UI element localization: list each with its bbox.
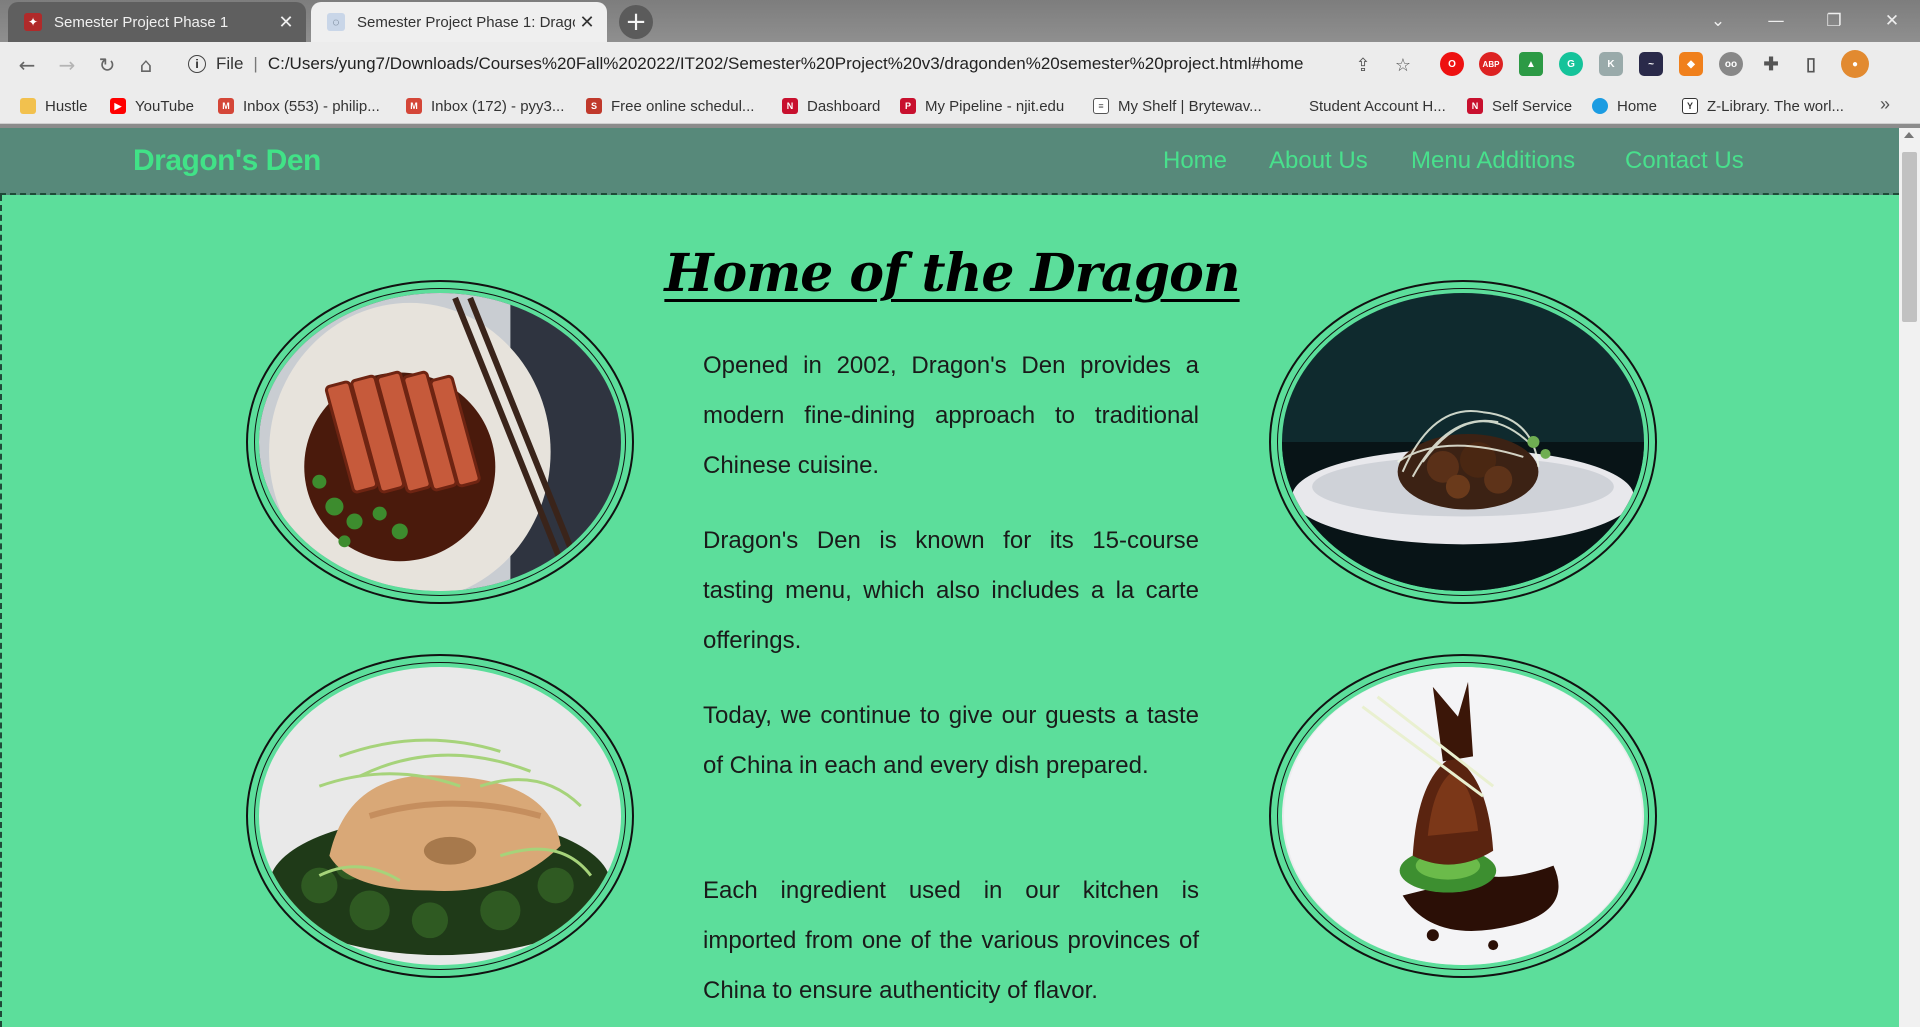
wave-extension-icon[interactable]: ~: [1639, 52, 1663, 76]
bookmark-item[interactable]: M Inbox (172) - pyy3...: [406, 95, 564, 117]
gmail-icon: M: [406, 98, 422, 114]
doc-icon: ≡: [1093, 98, 1109, 114]
njit-favicon-icon: ✦: [24, 13, 42, 31]
share-icon[interactable]: ⇪: [1348, 50, 1378, 80]
scroll-up-arrow-icon[interactable]: [1904, 132, 1914, 138]
profile-avatar[interactable]: ●: [1841, 50, 1869, 78]
bookmark-label: Inbox (553) - philip...: [243, 97, 380, 115]
bookmark-item[interactable]: S Free online schedul...: [586, 95, 754, 117]
bookmark-item[interactable]: M Inbox (553) - philip...: [218, 95, 380, 117]
njit-icon: N: [782, 98, 798, 114]
bookmark-star-icon[interactable]: ☆: [1388, 50, 1418, 80]
opera-extension-icon[interactable]: O: [1440, 52, 1464, 76]
bookmark-label: Self Service: [1492, 97, 1573, 115]
bookmarks-overflow-icon[interactable]: »: [1880, 94, 1890, 115]
tab-dragon-den[interactable]: ◌ Semester Project Phase 1: Dragon ✕: [311, 2, 607, 42]
nav-link-menu-additions[interactable]: Menu Additions: [1411, 147, 1575, 175]
tab-title: Semester Project Phase 1: Dragon: [357, 13, 575, 31]
blank-page-icon: [1284, 98, 1300, 114]
home-icon[interactable]: ⌂: [131, 50, 161, 80]
page-title: Home of the Dragon: [664, 243, 1240, 304]
kami-extension-icon[interactable]: K: [1599, 52, 1623, 76]
site-brand[interactable]: Dragon's Den: [133, 144, 321, 178]
minimize-icon[interactable]: —: [1748, 4, 1804, 38]
reload-icon[interactable]: ↻: [92, 50, 122, 80]
bookmark-item[interactable]: ≡ My Shelf | Brytewav...: [1093, 95, 1262, 117]
nav-link-about-us[interactable]: About Us: [1269, 147, 1368, 175]
folder-icon: [20, 98, 36, 114]
schedule-icon: S: [586, 98, 602, 114]
site-header: Dragon's Den Home About Us Menu Addition…: [0, 128, 1899, 195]
bookmark-item[interactable]: Student Account H...: [1284, 95, 1446, 117]
page-scrollbar[interactable]: [1899, 128, 1920, 1027]
bookmark-label: Inbox (172) - pyy3...: [431, 97, 565, 115]
browser-chrome: ✦ Semester Project Phase 1 ✕ ◌ Semester …: [0, 0, 1920, 128]
taste-of-china-paragraph: Today, we continue to give our guests a …: [703, 702, 1199, 779]
close-tab-icon[interactable]: ✕: [274, 12, 298, 33]
scroll-thumb[interactable]: [1902, 152, 1917, 322]
bookmark-item[interactable]: P My Pipeline - njit.edu: [900, 95, 1064, 117]
bookmark-label: Dashboard: [807, 97, 881, 115]
bookmarks-bar: Hustle ▶ YouTube M Inbox (553) - philip...…: [0, 88, 1920, 124]
bookmark-item[interactable]: N Self Service: [1467, 95, 1572, 117]
bookmark-label: My Shelf | Brytewav...: [1118, 97, 1262, 115]
braised-dish-dark-image: [1269, 280, 1657, 604]
bookmark-item[interactable]: Y Z-Library. The worl...: [1682, 95, 1844, 117]
bookmark-label: Student Account H...: [1309, 97, 1446, 115]
close-window-icon[interactable]: ✕: [1864, 4, 1920, 38]
glazed-meat-dish-image: [1269, 654, 1657, 978]
owl-extension-icon[interactable]: oo: [1719, 52, 1743, 76]
scheme-label: File: [216, 54, 244, 73]
tab-search-chevron-icon[interactable]: ⌄: [1690, 4, 1746, 38]
youtube-icon: ▶: [110, 98, 126, 114]
extensions-puzzle-icon[interactable]: ✚: [1759, 52, 1783, 76]
bookmark-label: Free online schedul...: [611, 97, 755, 115]
bookmark-item[interactable]: Hustle: [20, 95, 88, 117]
zlib-icon: Y: [1682, 98, 1698, 114]
bookmark-label: Z-Library. The worl...: [1707, 97, 1844, 115]
adblock-plus-icon[interactable]: ABP: [1479, 52, 1503, 76]
web-page: Dragon's Den Home About Us Menu Addition…: [0, 128, 1920, 1027]
tab-semester-project[interactable]: ✦ Semester Project Phase 1 ✕: [8, 2, 306, 42]
bookmark-item[interactable]: Home: [1592, 95, 1657, 117]
intro-paragraph: Opened in 2002, Dragon's Den provides a …: [703, 352, 1199, 479]
cloud-icon: [1592, 98, 1608, 114]
tofu-greens-dish-image: [246, 654, 634, 978]
tab-title: Semester Project Phase 1: [54, 13, 229, 31]
side-panel-icon[interactable]: ▯: [1799, 52, 1823, 76]
nav-link-contact-us[interactable]: Contact Us: [1625, 147, 1744, 175]
site-info-icon[interactable]: i: [188, 55, 206, 73]
forward-arrow-icon[interactable]: →: [52, 50, 82, 80]
restore-icon[interactable]: ❐: [1806, 4, 1862, 38]
back-arrow-icon[interactable]: ←: [12, 50, 42, 80]
page-favicon-icon: ◌: [327, 13, 345, 31]
new-tab-button[interactable]: +: [619, 5, 653, 39]
bookmark-label: My Pipeline - njit.edu: [925, 97, 1065, 115]
ingredients-paragraph: Each ingredient used in our kitchen is i…: [703, 877, 1199, 1004]
metamask-fox-icon[interactable]: ◆: [1679, 52, 1703, 76]
browser-toolbar: ← → ↻ ⌂ i File | C:/Users/yung7/Download…: [0, 42, 1920, 88]
tab-strip: ✦ Semester Project Phase 1 ✕ ◌ Semester …: [0, 0, 1920, 42]
address-bar[interactable]: i File | C:/Users/yung7/Downloads/Course…: [174, 47, 1410, 81]
bookmark-label: Hustle: [45, 97, 88, 115]
bookmark-label: YouTube: [135, 97, 194, 115]
tasting-menu-paragraph: Dragon's Den is known for its 15-course …: [703, 527, 1199, 654]
pork-belly-dish-image: [246, 280, 634, 604]
bookmark-item[interactable]: ▶ YouTube: [110, 95, 194, 117]
address-separator: |: [253, 54, 258, 73]
home-section: Home of the Dragon Opened in 2002, Drago…: [0, 195, 1899, 1027]
grammarly-icon[interactable]: G: [1559, 52, 1583, 76]
close-tab-icon[interactable]: ✕: [575, 12, 599, 33]
pipeline-icon: P: [900, 98, 916, 114]
gmail-icon: M: [218, 98, 234, 114]
nav-link-home[interactable]: Home: [1163, 147, 1227, 175]
bookmark-item[interactable]: N Dashboard: [782, 95, 880, 117]
selfservice-icon: N: [1467, 98, 1483, 114]
bookmark-label: Home: [1617, 97, 1658, 115]
url-text[interactable]: C:/Users/yung7/Downloads/Courses%20Fall%…: [268, 54, 1410, 74]
google-drive-icon[interactable]: ▲: [1519, 52, 1543, 76]
